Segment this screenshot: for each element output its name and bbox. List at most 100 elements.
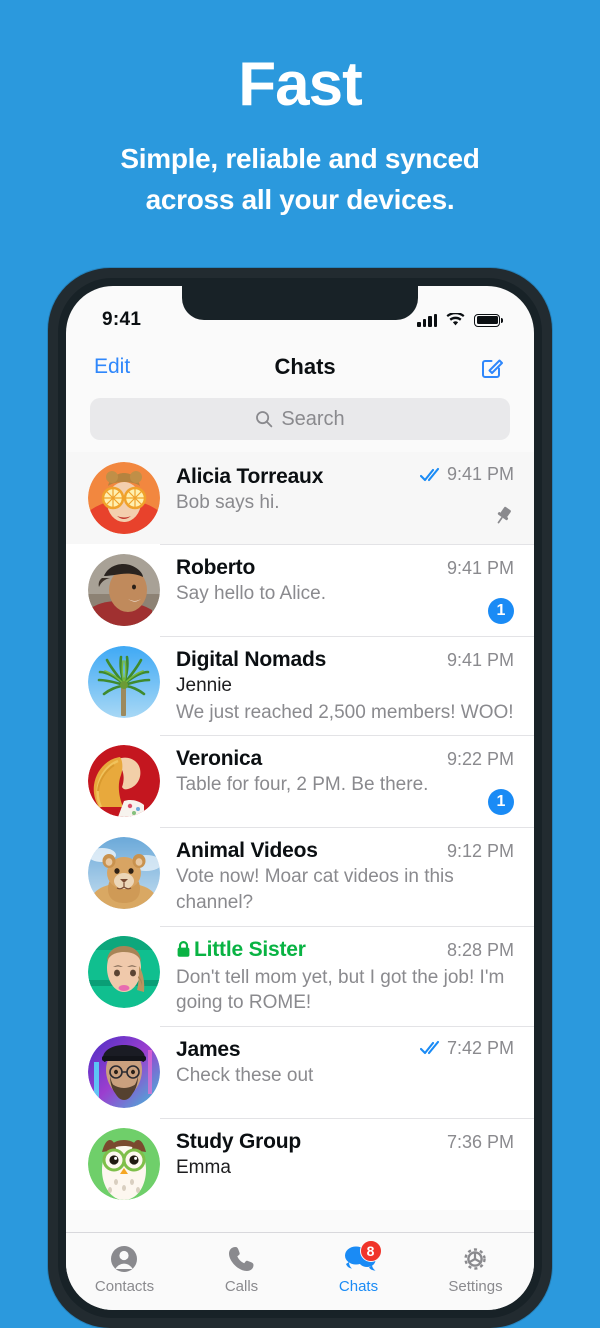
chat-name: Little Sister xyxy=(176,938,439,964)
chat-row-meta: 9:41 PM xyxy=(419,464,514,485)
chat-row-header: Little Sister 8:28 PM xyxy=(176,938,514,964)
double-check-icon xyxy=(419,1041,440,1055)
chat-name: Digital Nomads xyxy=(176,648,327,671)
double-check-icon xyxy=(419,467,440,481)
chat-time: 9:41 PM xyxy=(446,650,514,670)
chat-row-header: Veronica 9:22 PM xyxy=(176,747,514,771)
chat-row[interactable]: Little Sister 8:28 PM Don't tell mom yet, … xyxy=(66,925,534,1026)
pinned-indicator xyxy=(492,505,514,532)
chat-time: 7:42 PM xyxy=(446,1037,514,1058)
avatar-alicia[interactable] xyxy=(88,462,160,534)
compose-icon[interactable] xyxy=(480,354,506,380)
cellular-bars-icon xyxy=(417,313,437,327)
chat-row[interactable]: Alicia Torreaux 9:41 PM Bob says hi. xyxy=(66,452,534,545)
tab-label: Settings xyxy=(448,1277,503,1295)
chat-row[interactable]: Digital Nomads 9:41 PM Jennie We just reach… xyxy=(66,636,534,736)
chat-time: 8:28 PM xyxy=(446,939,514,960)
avatar-james[interactable] xyxy=(88,1035,160,1108)
person-icon xyxy=(108,1243,142,1275)
chat-time: 9:22 PM xyxy=(446,749,514,770)
chat-preview: Don't tell mom yet, but I got the job! I… xyxy=(176,966,505,1014)
avatar-animal-videos[interactable] xyxy=(88,837,160,910)
chat-time: 9:41 PM xyxy=(446,464,514,484)
hero-subtitle-line-2: across all your devices. xyxy=(145,183,455,215)
hero-subtitle: Simple, reliable and synced across all y… xyxy=(0,139,600,220)
search-input[interactable]: Search xyxy=(90,398,510,440)
tab-settings[interactable]: Settings xyxy=(417,1233,534,1310)
chat-sender: Jennie xyxy=(176,675,232,696)
search-area: Search xyxy=(66,392,534,452)
chat-preview: Bob says hi. xyxy=(176,491,280,513)
chat-row-body: Alicia Torreaux 9:41 PM Bob says hi. xyxy=(176,462,514,534)
chat-preview: Vote now! Moar cat videos in this channe… xyxy=(176,866,454,913)
chat-row-header: Study Group 7:36 PM xyxy=(176,1130,514,1154)
chat-preview: Table for four, 2 PM. Be there. xyxy=(176,774,429,796)
chat-name: Roberto xyxy=(176,556,256,579)
avatar-roberto[interactable] xyxy=(88,554,160,626)
phone-icon xyxy=(225,1243,259,1275)
status-time: 9:41 xyxy=(102,309,142,330)
chat-row[interactable]: James 7:42 PM Check these out xyxy=(66,1025,534,1118)
lock-icon xyxy=(176,940,191,964)
tab-label: Chats xyxy=(338,1277,379,1295)
phone-bezel: 9:41 Edit Chats Search Alicia Torreaux 9… xyxy=(58,278,542,1318)
chat-name: Study Group xyxy=(176,1129,301,1153)
status-bar: 9:41 xyxy=(66,286,534,342)
tab-contacts[interactable]: Contacts xyxy=(66,1233,183,1310)
chat-row-body: James 7:42 PM Check these out xyxy=(176,1036,514,1108)
chat-name: Animal Videos xyxy=(176,839,318,863)
chat-row-header: Roberto 9:41 PM xyxy=(176,556,514,580)
chat-time: 9:12 PM xyxy=(446,841,514,862)
chat-row[interactable]: Veronica 9:22 PM Table for four, 2 PM. Be … xyxy=(66,735,534,828)
nav-bar: Edit Chats xyxy=(66,342,534,392)
phone-screen: 9:41 Edit Chats Search Alicia Torreaux 9… xyxy=(66,286,534,1310)
edit-button[interactable]: Edit xyxy=(94,355,130,379)
gear-icon xyxy=(459,1243,493,1275)
unread-badge: 1 xyxy=(488,789,514,816)
pin-icon xyxy=(497,506,511,524)
chat-bubbles-icon: 8 xyxy=(342,1239,382,1275)
hero-banner: Fast Simple, reliable and synced across … xyxy=(0,0,600,220)
tab-unread-badge: 8 xyxy=(359,1239,382,1262)
chat-preview: We just reached 2,500 members! WOO! xyxy=(176,701,514,723)
chat-time: 9:41 PM xyxy=(446,558,514,578)
chat-row-indicator: 1 xyxy=(488,789,514,816)
chat-row-meta: 7:36 PM xyxy=(447,1132,514,1153)
tab-label: Contacts xyxy=(94,1277,155,1295)
chat-name: Alicia Torreaux xyxy=(176,464,324,488)
avatar-digital-nomads[interactable] xyxy=(88,646,160,718)
chat-list[interactable]: Alicia Torreaux 9:41 PM Bob says hi. Robe… xyxy=(66,452,534,1210)
unread-badge: 1 xyxy=(488,598,514,624)
hero-subtitle-line-1: Simple, reliable and synced xyxy=(120,143,480,175)
chat-preview: Say hello to Alice. xyxy=(176,583,326,604)
chat-row-body: Digital Nomads 9:41 PM Jennie We just reach… xyxy=(176,646,514,725)
chat-row-indicator xyxy=(492,505,514,532)
chat-row[interactable]: Animal Videos 9:12 PM Vote now! Moar cat v… xyxy=(66,827,534,926)
chat-row-header: Animal Videos 9:12 PM xyxy=(176,839,514,863)
chat-time: 7:36 PM xyxy=(446,1131,514,1152)
chat-row-body: Little Sister 8:28 PM Don't tell mom yet, … xyxy=(176,936,514,1016)
search-icon xyxy=(256,411,273,428)
chat-row[interactable]: Study Group 7:36 PM Emma xyxy=(66,1117,534,1210)
chat-name: Veronica xyxy=(176,747,262,771)
tab-bar[interactable]: Contacts Calls 8 Chats Settings xyxy=(66,1232,534,1310)
phone-mockup: 9:41 Edit Chats Search Alicia Torreaux 9… xyxy=(48,268,552,1328)
chat-row-body: Animal Videos 9:12 PM Vote now! Moar cat v… xyxy=(176,837,514,915)
chat-row-body: Study Group 7:36 PM Emma xyxy=(176,1128,514,1200)
chat-row[interactable]: Roberto 9:41 PM Say hello to Alice. 1 xyxy=(66,544,534,636)
chat-preview: Check these out xyxy=(176,1065,314,1087)
search-placeholder: Search xyxy=(281,407,345,430)
chat-row-meta: 9:22 PM xyxy=(447,749,514,770)
chat-row-indicator: 1 xyxy=(488,598,514,624)
chat-row-header: Digital Nomads 9:41 PM xyxy=(176,648,514,672)
tab-calls[interactable]: Calls xyxy=(183,1233,300,1310)
avatar-study-group[interactable] xyxy=(88,1127,160,1200)
avatar-veronica[interactable] xyxy=(88,745,160,818)
tab-chats[interactable]: 8 Chats xyxy=(300,1233,417,1310)
battery-full-icon xyxy=(474,313,503,327)
avatar-little-sister[interactable] xyxy=(88,935,160,1008)
page-title: Chats xyxy=(274,354,336,379)
chat-row-body: Roberto 9:41 PM Say hello to Alice. xyxy=(176,554,514,626)
chat-sender: Emma xyxy=(176,1156,231,1178)
chat-row-header: James 7:42 PM xyxy=(176,1038,514,1063)
